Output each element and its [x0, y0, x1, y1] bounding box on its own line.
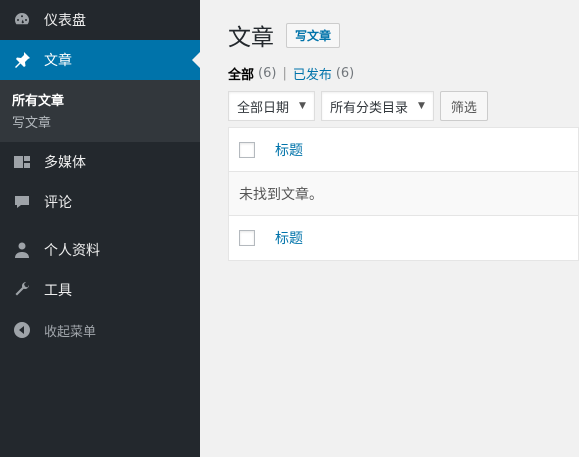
wrench-icon — [12, 280, 32, 300]
filter-submit-button[interactable]: 筛选 — [439, 91, 488, 121]
sidebar-item-posts[interactable]: 文章 — [0, 40, 200, 80]
view-separator: | — [282, 66, 287, 81]
table-header-row: 标题 — [229, 128, 578, 172]
main-content: 文章 写文章 全部 (6) | 已发布 (6) 全部日期 ▼ 所有分类目录 ▼ … — [200, 0, 579, 457]
sidebar-item-label: 仪表盘 — [44, 13, 86, 29]
submenu-all-posts[interactable]: 所有文章 — [0, 88, 200, 110]
column-title-header[interactable]: 标题 — [275, 140, 303, 160]
empty-message: 未找到文章。 — [239, 186, 323, 203]
sidebar-item-media[interactable]: 多媒体 — [0, 142, 200, 182]
post-status-views: 全部 (6) | 已发布 (6) — [228, 64, 579, 83]
sidebar-item-comments[interactable]: 评论 — [0, 182, 200, 222]
sidebar-item-label: 个人资料 — [44, 243, 100, 259]
comment-icon — [12, 192, 32, 212]
collapse-icon — [12, 320, 32, 340]
sidebar-item-profile[interactable]: 个人资料 — [0, 230, 200, 270]
empty-row: 未找到文章。 — [229, 172, 578, 216]
category-filter-value: 所有分类目录 — [329, 100, 408, 116]
add-new-post-button[interactable]: 写文章 — [286, 22, 341, 48]
dashboard-icon — [12, 10, 32, 30]
collapse-menu-button[interactable]: 收起菜单 — [0, 310, 200, 350]
sidebar-item-tools[interactable]: 工具 — [0, 270, 200, 310]
date-filter-select[interactable]: 全部日期 ▼ — [228, 91, 315, 121]
sidebar-item-label: 工具 — [44, 283, 72, 299]
sidebar-item-dashboard[interactable]: 仪表盘 — [0, 0, 200, 40]
view-all-link[interactable]: 全部 — [228, 64, 254, 83]
dropdown-arrow-icon: ▼ — [299, 101, 306, 111]
posts-table: 标题 未找到文章。 标题 — [228, 127, 579, 261]
column-title-footer[interactable]: 标题 — [275, 228, 303, 248]
page-header: 文章 写文章 — [228, 18, 579, 52]
posts-submenu: 所有文章 写文章 — [0, 80, 200, 142]
submenu-add-new[interactable]: 写文章 — [0, 110, 200, 132]
sidebar-item-label: 多媒体 — [44, 155, 86, 171]
view-published-link[interactable]: 已发布 — [293, 64, 332, 83]
table-footer-row: 标题 — [229, 216, 578, 260]
media-icon — [12, 152, 32, 172]
filter-bar: 全部日期 ▼ 所有分类目录 ▼ 筛选 — [228, 91, 579, 121]
dropdown-arrow-icon: ▼ — [417, 101, 425, 111]
view-all-count: (6) — [258, 66, 277, 81]
sidebar-item-label: 收起菜单 — [44, 324, 97, 340]
category-filter-select[interactable]: 所有分类目录 ▼ — [320, 91, 434, 121]
user-icon — [12, 240, 32, 260]
date-filter-value: 全部日期 — [237, 100, 290, 116]
sidebar-item-label: 文章 — [44, 53, 72, 69]
pin-icon — [12, 50, 32, 70]
sidebar-item-label: 评论 — [44, 195, 72, 211]
admin-sidebar: 仪表盘 文章 所有文章 写文章 多媒体 评论 个人资料 工具 收起菜单 — [0, 0, 200, 457]
select-all-footer-checkbox[interactable] — [239, 230, 255, 246]
select-all-checkbox[interactable] — [239, 141, 255, 158]
page-title: 文章 — [228, 25, 274, 51]
view-published-count: (6) — [335, 66, 355, 81]
